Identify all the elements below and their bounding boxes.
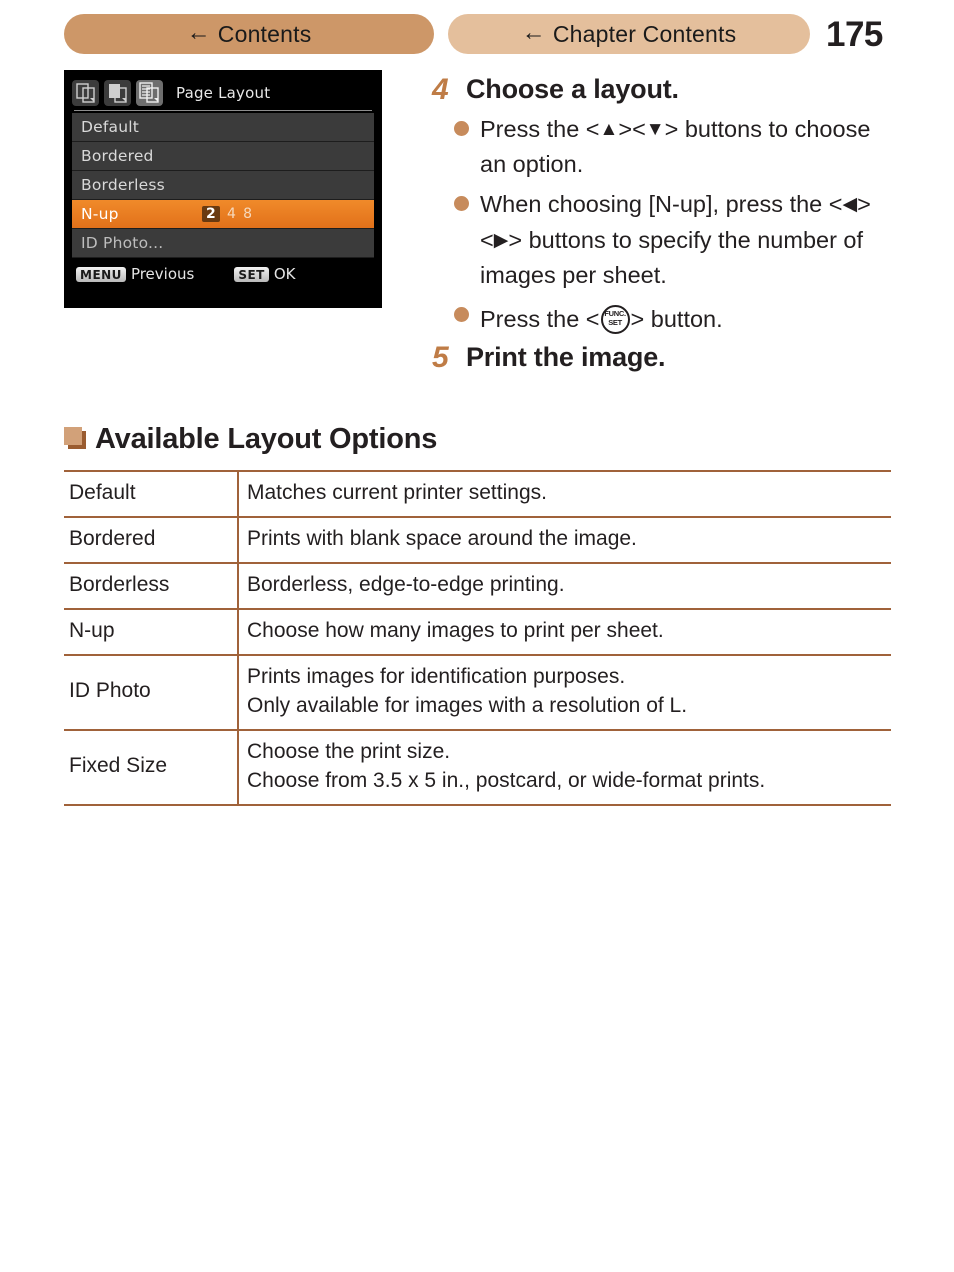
option-description-cell: Prints with blank space around the image… — [238, 515, 891, 563]
table-row: ID Photo Prints images for identificatio… — [64, 653, 891, 730]
option-description-cell: Borderless, edge-to-edge printing. — [238, 561, 891, 609]
section-title: Available Layout Options — [95, 423, 438, 455]
chapter-contents-nav-label: Chapter Contents — [552, 20, 737, 47]
instruction-steps: 4 Choose a layout. Press the <▲><▼> butt… — [432, 74, 902, 373]
contents-nav-button[interactable]: ← Contents — [64, 14, 434, 54]
option-description-cell: Matches current printer settings. — [238, 470, 891, 517]
description-line: Choose how many images to print per shee… — [247, 618, 664, 642]
section-heading: Available Layout Options — [64, 425, 437, 454]
option-description-cell: Prints images for identification purpose… — [238, 653, 891, 730]
option-description-cell: Choose how many images to print per shee… — [238, 607, 891, 655]
square-bullet-icon — [64, 427, 86, 449]
set-key-action: OK — [273, 265, 296, 283]
option-name-cell: Default — [64, 470, 239, 517]
table-row: Bordered Prints with blank space around … — [64, 515, 891, 563]
camera-menu-item-label: Bordered — [81, 147, 154, 165]
option-name-cell: Bordered — [64, 515, 239, 563]
nup-value-8[interactable]: 8 — [243, 206, 252, 222]
page-layout-tab-icon[interactable] — [136, 80, 163, 106]
page-header: ← Contents ← Chapter Contents 175 — [64, 12, 894, 56]
camera-menu-item-label: N-up — [81, 205, 119, 223]
step-4: 4 Choose a layout. — [432, 74, 902, 106]
chapter-contents-nav-button[interactable]: ← Chapter Contents — [448, 14, 810, 54]
menu-key-icon: MENU — [76, 266, 126, 282]
camera-menu-item-label: Default — [81, 118, 140, 136]
table-row: Default Matches current printer settings… — [64, 470, 891, 517]
camera-menu-item-label: ID Photo... — [81, 234, 164, 252]
bullet-text-part: Press the < — [480, 306, 600, 333]
nup-value-selector[interactable]: 2 4 8 — [202, 206, 252, 222]
camera-menu-item-id-photo[interactable]: ID Photo... — [72, 229, 374, 258]
layout-options-table: Default Matches current printer settings… — [64, 470, 891, 806]
camera-menu-item-label: Borderless — [81, 176, 165, 194]
option-name-cell: N-up — [64, 607, 239, 655]
option-name-cell: Borderless — [64, 561, 239, 609]
paper-settings-tab-icon[interactable] — [104, 80, 131, 106]
bullet-dot-icon — [454, 120, 469, 136]
bullet-text-part: When choosing [N-up], press — [480, 190, 784, 217]
bullet-text-part: >< — [618, 115, 646, 142]
page-number: 175 — [826, 14, 883, 54]
step-number: 4 — [432, 73, 449, 106]
func-set-label-bottom: SET — [608, 318, 622, 328]
func-set-label-top: FUNC. — [604, 309, 626, 319]
camera-menu-list: Default Bordered Borderless N-up 2 4 8 I… — [72, 113, 374, 258]
back-arrow-icon: ← — [186, 19, 211, 46]
camera-menu-item-default[interactable]: Default — [72, 113, 374, 142]
table-row: Fixed Size Choose the print size. Choose… — [64, 728, 891, 806]
func-set-button-icon: FUNC. SET — [600, 305, 630, 335]
print-effect-tab-icon[interactable] — [72, 80, 99, 106]
bullet-dot-icon — [454, 307, 469, 323]
description-line: Only available for images with a resolut… — [247, 693, 688, 717]
step-title: Print the image. — [466, 341, 666, 372]
camera-tab-rule — [74, 110, 372, 111]
bullet-item: Press the <▲><▼> buttons to choose an op… — [454, 112, 902, 183]
camera-menu-item-borderless[interactable]: Borderless — [72, 171, 374, 200]
bullet-text-part: > buttons to — [664, 115, 789, 142]
description-line: Prints images for identification purpose… — [247, 664, 626, 688]
bullet-text-part: the < — [789, 190, 843, 217]
nup-value-2[interactable]: 2 — [202, 206, 220, 222]
bullet-text-part: Press the < — [480, 115, 600, 142]
camera-tab-title: Page Layout — [176, 84, 271, 102]
menu-key-action: Previous — [130, 265, 195, 283]
bullet-text-part: > buttons to specify — [508, 226, 712, 253]
table-row: N-up Choose how many images to print per… — [64, 607, 891, 655]
bullet-text-part: > button. — [630, 306, 723, 333]
bullet-text: Press the < FUNC. SET > button. — [480, 298, 723, 338]
up-arrow-icon: ▲ — [599, 118, 619, 140]
description-line: Borderless, edge-to-edge printing. — [247, 572, 565, 596]
option-description-cell: Choose the print size. Choose from 3.5 x… — [238, 728, 891, 806]
bullet-dot-icon — [454, 195, 469, 211]
description-line: Choose from 3.5 x 5 in., postcard, or wi… — [247, 768, 766, 792]
back-arrow-icon: ← — [521, 19, 546, 46]
description-line: Choose the print size. — [247, 739, 451, 763]
bullet-item: Press the < FUNC. SET > button. — [454, 298, 902, 338]
square-bullet-face — [64, 427, 82, 445]
set-key-icon: SET — [234, 266, 269, 282]
bullet-text: When choosing [N-up], press the <◀><▶> b… — [480, 187, 902, 294]
nup-value-4[interactable]: 4 — [227, 206, 236, 222]
camera-menu-item-bordered[interactable]: Bordered — [72, 142, 374, 171]
down-arrow-icon: ▼ — [645, 118, 665, 140]
option-name-cell: Fixed Size — [64, 728, 239, 806]
bullet-item: When choosing [N-up], press the <◀><▶> b… — [454, 187, 902, 294]
step-title: Choose a layout. — [466, 74, 679, 104]
table-row: Borderless Borderless, edge-to-edge prin… — [64, 561, 891, 609]
description-line: Matches current printer settings. — [247, 481, 547, 504]
camera-screen-figure: Page Layout Default Bordered Borderless … — [64, 70, 382, 308]
contents-nav-label: Contents — [217, 20, 312, 47]
left-arrow-icon: ◀ — [842, 193, 858, 215]
right-arrow-icon: ▶ — [493, 229, 509, 251]
step-4-bullets: Press the <▲><▼> buttons to choose an op… — [454, 112, 902, 338]
bullet-text: Press the <▲><▼> buttons to choose an op… — [480, 112, 902, 183]
option-name-cell: ID Photo — [64, 653, 239, 730]
step-5: 5 Print the image. — [432, 342, 902, 374]
camera-menu-item-nup[interactable]: N-up 2 4 8 — [72, 200, 374, 229]
description-line: Prints with blank space around the image… — [247, 526, 637, 550]
camera-tab-bar: Page Layout — [72, 76, 374, 110]
camera-footer-hints: MENU Previous SET OK — [72, 265, 374, 283]
step-number: 5 — [432, 340, 449, 374]
